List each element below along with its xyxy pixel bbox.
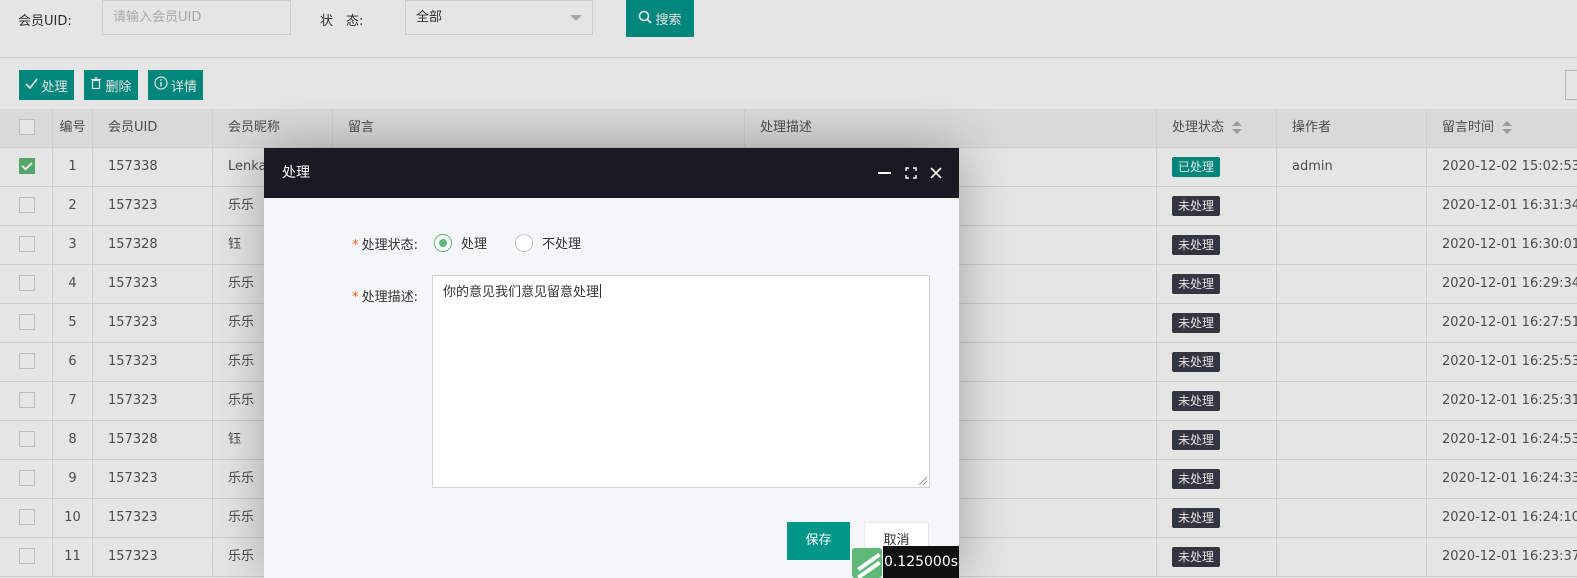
desc-field-label-text: 处理描述: (361, 290, 418, 305)
resize-handle-icon[interactable] (919, 477, 927, 485)
radio-checked-icon (434, 233, 452, 252)
status-field-label: * 处理状态: (334, 234, 418, 253)
timer-text: 0.125000s (883, 546, 959, 578)
maximize-icon[interactable] (901, 163, 921, 183)
required-mark: * (352, 290, 359, 305)
process-dialog: 处理 * 处理状态: 处理 不处理 * 处理描述: 你的意见我们意见留意处理 保… (264, 148, 959, 578)
radio-no-process[interactable]: 不处理 (515, 233, 581, 252)
description-text: 你的意见我们意见留意处理 (443, 285, 600, 300)
radio-process-label: 处理 (461, 237, 488, 252)
description-textarea[interactable]: 你的意见我们意见留意处理 (432, 275, 930, 488)
dialog-header: 处理 (264, 148, 959, 198)
dialog-title: 处理 (282, 165, 310, 181)
page: 会员UID: 请输入会员UID 状 态: 全部 搜索 处理 删除 详情 编号 会… (0, 0, 1577, 578)
close-icon[interactable] (926, 163, 946, 183)
radio-process[interactable]: 处理 (434, 233, 487, 252)
required-mark: * (352, 238, 359, 253)
radio-no-process-label: 不处理 (542, 237, 582, 252)
status-field-label-text: 处理状态: (361, 238, 418, 253)
timer-overlay: 0.125000s (852, 546, 959, 578)
radio-unchecked-icon (515, 233, 533, 252)
save-button[interactable]: 保存 (787, 522, 850, 560)
timer-logo-icon (852, 548, 882, 578)
minimize-icon[interactable] (875, 163, 895, 183)
text-caret (600, 284, 602, 298)
desc-field-label: * 处理描述: (334, 286, 418, 305)
